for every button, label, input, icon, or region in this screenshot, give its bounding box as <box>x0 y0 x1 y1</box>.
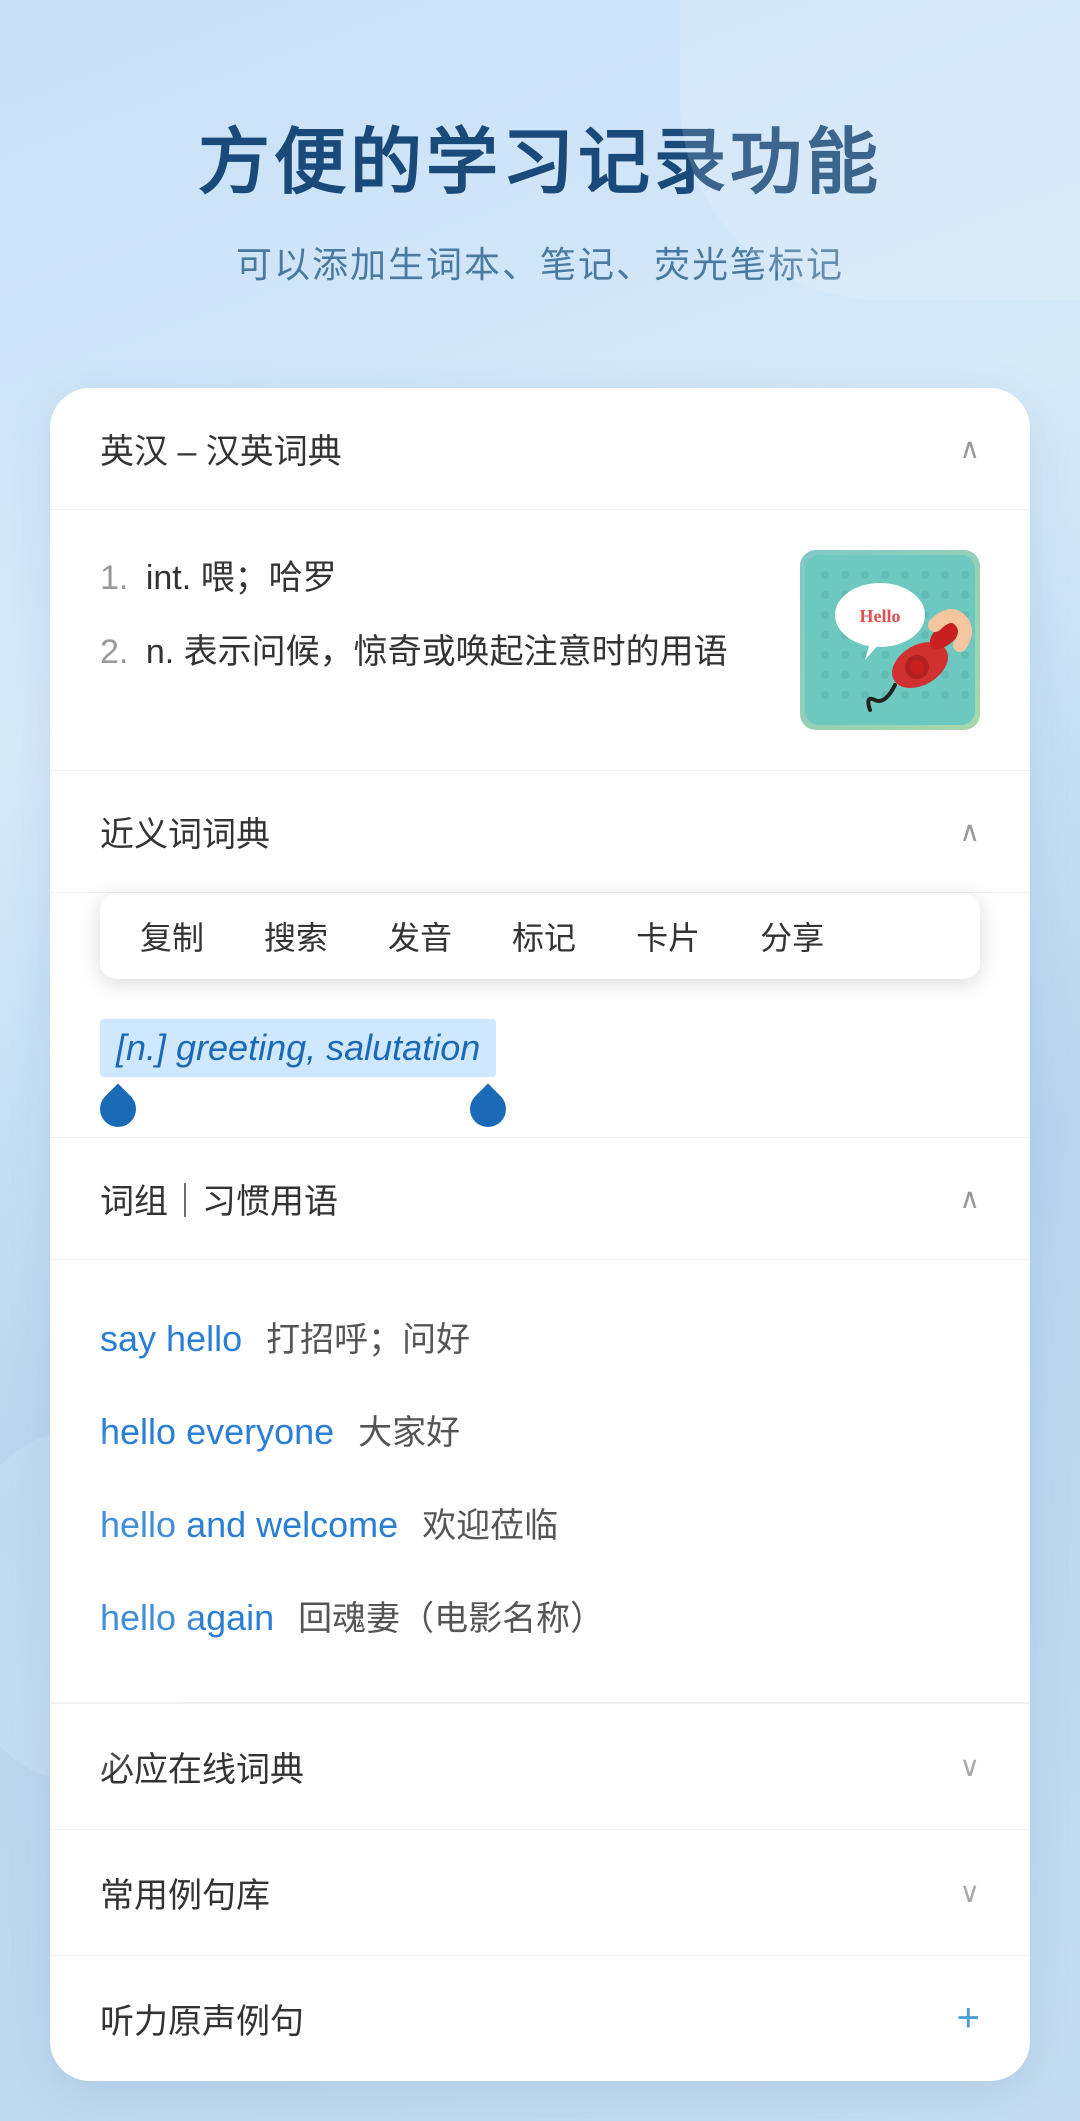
svg-text:Hello: Hello <box>860 606 901 626</box>
biyingdict-section[interactable]: 必应在线词典 ∨ <box>50 1703 1030 1829</box>
phrase-chinese-4: 回魂妻（电影名称） <box>298 1591 604 1640</box>
context-menu-search[interactable]: 搜索 <box>264 913 328 959</box>
dict-content: 1. int. 喂；哈罗 2. n. 表示问候，惊奇或唤起注意时的用语 <box>50 510 1030 771</box>
synonyms-chevron-icon: ∧ <box>960 815 981 848</box>
main-card: 英汉 – 汉英词典 ∧ 1. int. 喂；哈罗 2. n. 表示问候，惊奇或唤… <box>50 388 1030 2081</box>
english-chinese-dict-title: 英汉 – 汉英词典 <box>100 424 342 473</box>
highlighted-synonym-text[interactable]: [n.] greeting, salutation <box>100 1019 496 1077</box>
synonyms-header[interactable]: 近义词词典 ∧ <box>50 771 1030 893</box>
dict-def-2: 2. n. 表示问候，惊奇或唤起注意时的用语 <box>100 624 760 682</box>
phrase-item-3[interactable]: hello and welcome 欢迎莅临 <box>100 1476 980 1569</box>
english-chinese-dict-header[interactable]: 英汉 – 汉英词典 ∧ <box>50 388 1030 510</box>
audio-examples-title: 听力原声例句 <box>100 1994 304 2043</box>
example-sentences-title: 常用例句库 <box>100 1868 270 1917</box>
phrase-item-1[interactable]: say hello 打招呼；问好 <box>100 1290 980 1383</box>
highlighted-text-container: [n.] greeting, salutation <box>50 999 1030 1137</box>
phrases-header[interactable]: 词组｜习惯用语 ∧ <box>50 1138 1030 1260</box>
context-menu-pronounce[interactable]: 发音 <box>388 913 452 959</box>
phrase-chinese-3: 欢迎莅临 <box>422 1498 558 1547</box>
dict-def-1: 1. int. 喂；哈罗 <box>100 550 760 608</box>
dict-image: Hello <box>800 550 980 730</box>
selection-handle-right <box>463 1084 514 1135</box>
selection-handle-left <box>93 1084 144 1135</box>
context-menu-mark[interactable]: 标记 <box>512 913 576 959</box>
def-text-2: n. 表示问候，惊奇或唤起注意时的用语 <box>146 633 728 671</box>
chevron-up-icon: ∧ <box>960 432 981 465</box>
phrase-chinese-1: 打招呼；问好 <box>266 1312 470 1361</box>
audio-examples-plus-icon[interactable]: + <box>957 1996 980 2041</box>
audio-examples-section[interactable]: 听力原声例句 + <box>50 1955 1030 2081</box>
dict-definitions: 1. int. 喂；哈罗 2. n. 表示问候，惊奇或唤起注意时的用语 <box>100 550 800 698</box>
example-sentences-chevron-icon: ∨ <box>960 1876 981 1909</box>
phrases-chevron-icon: ∧ <box>960 1182 981 1215</box>
def-text-1: int. 喂；哈罗 <box>146 559 337 597</box>
context-menu-card[interactable]: 卡片 <box>636 913 700 959</box>
phrase-item-2[interactable]: hello everyone 大家好 <box>100 1383 980 1476</box>
phrase-item-4[interactable]: hello again 回魂妻（电影名称） <box>100 1569 980 1662</box>
context-menu-share[interactable]: 分享 <box>760 913 824 959</box>
context-menu: 复制 搜索 发音 标记 卡片 分享 <box>100 893 980 979</box>
def-number-2: 2. <box>100 633 128 671</box>
phrase-english-2: hello everyone <box>100 1411 334 1453</box>
phrase-english-1: say hello <box>100 1318 242 1360</box>
biyingdict-chevron-icon: ∨ <box>960 1750 981 1783</box>
context-menu-copy[interactable]: 复制 <box>140 913 204 959</box>
phrases-title: 词组｜习惯用语 <box>100 1174 338 1223</box>
def-number-1: 1. <box>100 559 128 597</box>
synonyms-title: 近义词词典 <box>100 807 270 856</box>
example-sentences-section[interactable]: 常用例句库 ∨ <box>50 1829 1030 1955</box>
phrase-chinese-2: 大家好 <box>358 1405 460 1454</box>
synonyms-section: 近义词词典 ∧ 复制 搜索 发音 标记 卡片 分享 [n.] greeting,… <box>50 771 1030 1138</box>
